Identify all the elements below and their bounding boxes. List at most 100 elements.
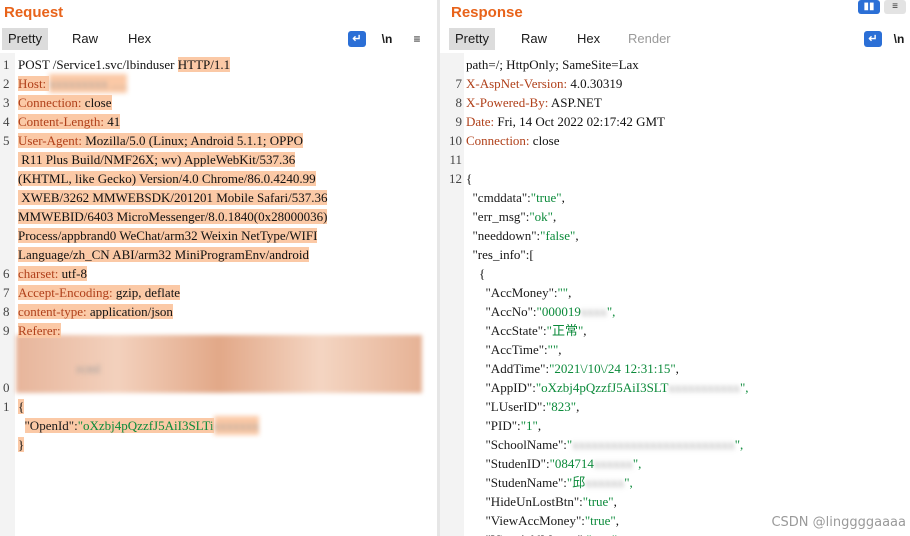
code-token: content-type:	[18, 304, 87, 319]
wrap-lines-icon[interactable]: ↵	[348, 31, 366, 47]
code-line: MMWEBID/6403 MicroMessenger/8.0.1840(0x2…	[0, 207, 437, 226]
code-token: "823"	[545, 399, 577, 414]
code-line: 3 Connection: close	[0, 93, 437, 112]
newline-toggle-icon[interactable]: \n	[890, 31, 908, 47]
line-number: 6	[3, 266, 10, 281]
code-line: Process/appbrand0 WeChat/arm32 Weixin Ne…	[0, 226, 437, 245]
code-line: 8 content-type: application/json	[0, 302, 437, 321]
code-token: ,	[583, 323, 587, 338]
code-text: MMWEBID/6403 MicroMessenger/8.0.1840(0x2…	[18, 207, 328, 226]
code-token: "false"	[540, 228, 576, 243]
code-text: Referer:	[18, 321, 61, 340]
code-line: 8 X-Powered-By: ASP.NET	[440, 93, 910, 112]
code-token: "AccMoney":	[466, 285, 558, 300]
code-token: "true"	[584, 513, 616, 528]
code-token: "正常"	[546, 323, 584, 338]
code-line: "AddTime":"2021\/10\/24 12:31:15",	[440, 359, 910, 378]
request-tab-hex[interactable]: Hex	[122, 28, 157, 50]
response-editor[interactable]: path=/; HttpOnly; SameSite=Lax 7 X-AspNet-…	[440, 53, 910, 536]
code-line: rcml	[0, 359, 437, 378]
code-token: "err_msg":	[466, 209, 530, 224]
code-text: {	[466, 169, 472, 188]
response-tab-render[interactable]: Render	[622, 28, 677, 50]
code-text: "StudenID":"084714xxxxxx",	[466, 454, 642, 473]
code-line: 12 {	[440, 169, 910, 188]
code-token: ,	[675, 361, 679, 376]
code-line: "PID":"1",	[440, 416, 910, 435]
code-line: 5 User-Agent: Mozilla/5.0 (Linux; Android…	[0, 131, 437, 150]
line-number: 9	[3, 323, 10, 338]
code-token: POST /Service1.svc/lbinduser	[18, 57, 178, 72]
request-title: Request	[4, 4, 64, 21]
code-text: Language/zh_CN ABI/arm32 MiniProgramEnv/…	[18, 245, 310, 264]
code-text: }	[18, 435, 25, 454]
code-token: Content-Length:	[18, 114, 104, 129]
response-tab-pretty[interactable]: Pretty	[449, 28, 495, 50]
code-text: "err_msg":"ok",	[466, 207, 557, 226]
code-token: {	[466, 171, 473, 186]
code-token: ,	[575, 228, 579, 243]
code-token: ,	[613, 494, 617, 509]
code-token: "邱	[566, 475, 586, 490]
code-token: ""	[547, 342, 559, 357]
code-token: }	[18, 437, 25, 452]
code-token: xxxxxxxxxxxxxxxxxxxxxxxxx	[572, 437, 735, 452]
menu-icon[interactable]: ≡	[408, 31, 426, 47]
response-tab-hex[interactable]: Hex	[571, 28, 606, 50]
code-line: "LUserID":"823",	[440, 397, 910, 416]
code-text: POST /Service1.svc/lbinduser HTTP/1.1	[18, 55, 231, 74]
code-text: R11 Plus Build/NMF26X; wv) AppleWebKit/5…	[18, 150, 296, 169]
line-number: 7	[455, 76, 463, 91]
code-token: Connection:	[18, 95, 82, 110]
request-tab-pretty[interactable]: Pretty	[2, 28, 48, 50]
line-number: 7	[3, 285, 10, 300]
code-token: close	[81, 95, 112, 110]
code-token: xxxxxx	[593, 456, 633, 471]
code-token: "true"	[530, 190, 562, 205]
request-tab-raw[interactable]: Raw	[66, 28, 104, 50]
code-token: xxxxxxxxx .....	[49, 74, 128, 93]
stacked-layout-icon[interactable]: ≡	[884, 0, 906, 14]
wrap-lines-icon[interactable]: ↵	[864, 31, 882, 47]
code-token: ""	[557, 285, 569, 300]
code-token: "AddTime":	[466, 361, 550, 376]
code-token: "OpenId":	[24, 418, 78, 433]
code-text: "StudenName":"邱xxxxxx",	[466, 473, 633, 492]
code-token: utf-8	[58, 266, 87, 281]
response-tab-raw[interactable]: Raw	[515, 28, 553, 50]
code-token: "2021\/10\/24 12:31:15"	[549, 361, 676, 376]
code-token: ASP.NET	[548, 95, 602, 110]
code-token: Referer:	[18, 323, 61, 338]
code-text: "res_info":[	[466, 245, 534, 264]
code-token: close	[529, 133, 560, 148]
code-token: ",	[624, 475, 633, 490]
line-number: 11	[449, 152, 462, 167]
split-layout-icon[interactable]: ▮▮	[858, 0, 880, 14]
code-token: "true"	[582, 494, 614, 509]
code-line: R11 Plus Build/NMF26X; wv) AppleWebKit/5…	[0, 150, 437, 169]
code-token: "084714	[549, 456, 594, 471]
code-line: "err_msg":"ok",	[440, 207, 910, 226]
request-editor[interactable]: 1 POST /Service1.svc/lbinduser HTTP/1.1 2 H…	[0, 53, 437, 536]
newline-toggle-icon[interactable]: \n	[378, 31, 396, 47]
code-line: Language/zh_CN ABI/arm32 MiniProgramEnv/…	[0, 245, 437, 264]
code-text: {	[18, 397, 25, 416]
code-token: Date:	[466, 114, 495, 129]
code-token: ",	[606, 304, 616, 319]
code-token: xxxxxxxxxxx	[668, 380, 740, 395]
line-number: 8	[3, 304, 10, 319]
code-text: Host: xxxxxxxxx .....	[18, 74, 128, 93]
code-text: Content-Length: 41	[18, 112, 121, 131]
code-token: "ok"	[529, 209, 553, 224]
code-line: }	[0, 435, 437, 454]
code-token: Accept-Encoding:	[18, 285, 113, 300]
code-line: {	[440, 264, 910, 283]
code-token: "PID":	[466, 418, 521, 433]
code-token: xxxxxxx	[213, 416, 260, 435]
code-line: XWEB/3262 MMWEBSDK/201201 Mobile Safari/…	[0, 188, 437, 207]
code-token: 41	[103, 114, 121, 129]
code-token: "StudenName":	[466, 475, 567, 490]
code-text: "LUserID":"823",	[466, 397, 580, 416]
